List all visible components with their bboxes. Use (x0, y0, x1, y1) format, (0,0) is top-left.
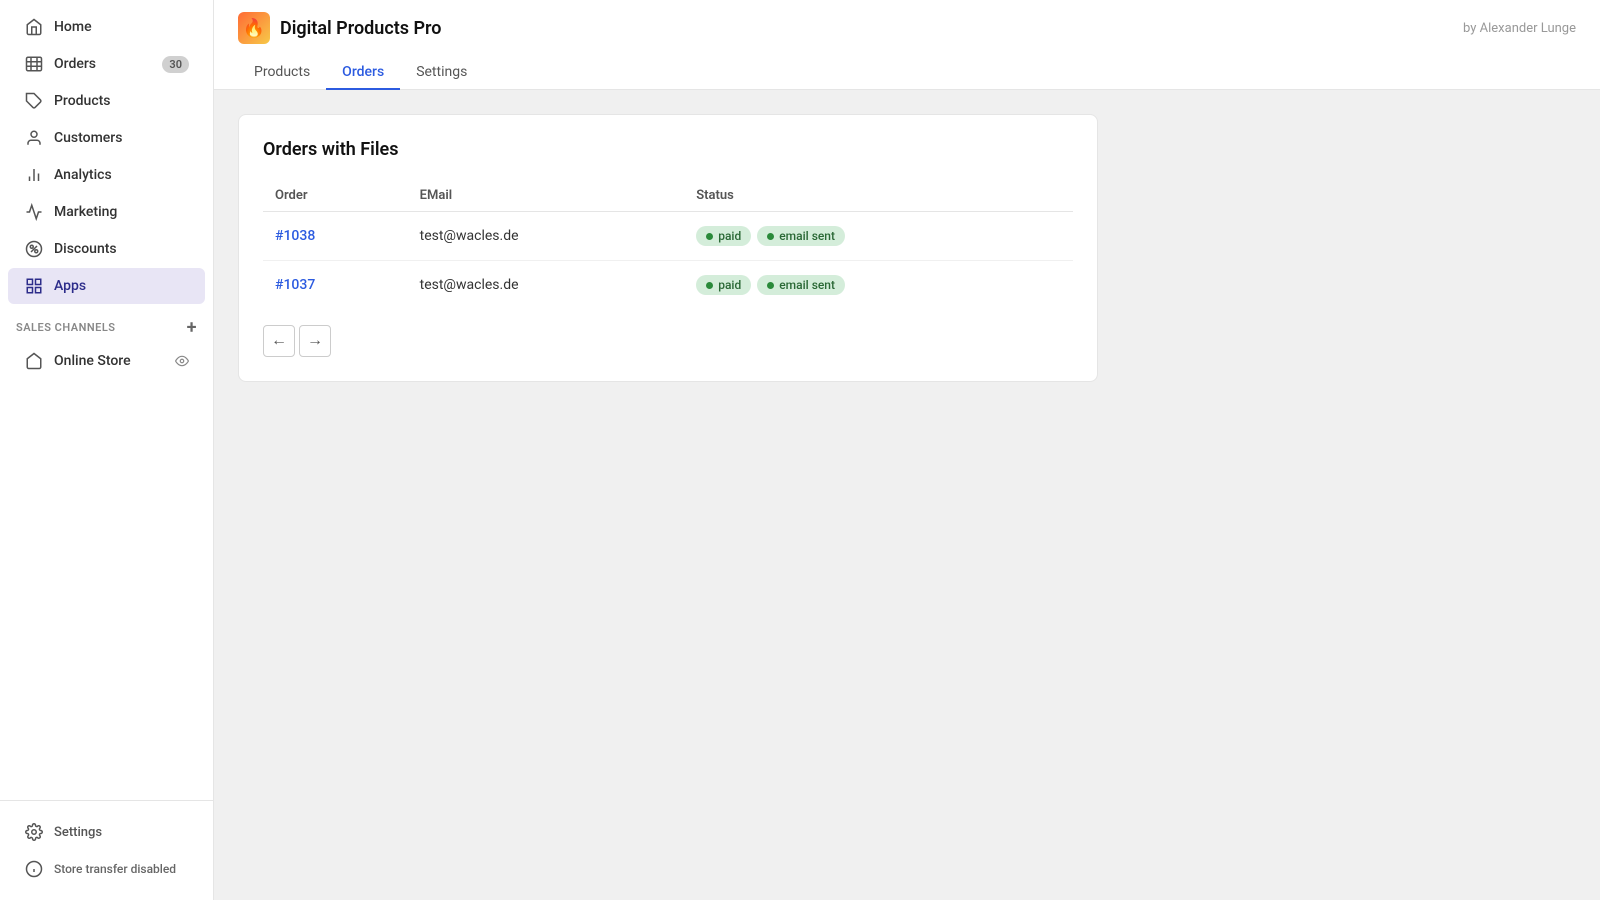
order-cell: #1037 (263, 261, 408, 310)
prev-page-button[interactable]: ← (263, 325, 295, 357)
status-cell: paid email sent (684, 261, 1073, 310)
sidebar-item-marketing[interactable]: Marketing (8, 194, 205, 230)
content-area: Orders with Files Order EMail Status #10… (214, 90, 1600, 900)
sidebar-item-products[interactable]: Products (8, 83, 205, 119)
next-page-button[interactable]: → (299, 325, 331, 357)
app-icon: 🔥 (238, 12, 270, 44)
badge-dot (767, 233, 774, 240)
discounts-icon (24, 239, 44, 259)
sidebar-item-label: Settings (54, 825, 102, 840)
sidebar-item-label: Customers (54, 130, 122, 146)
sidebar-item-customers[interactable]: Customers (8, 120, 205, 156)
status-badge: paid (696, 275, 751, 295)
by-author: by Alexander Lunge (1463, 21, 1576, 36)
email-cell: test@wacles.de (408, 261, 685, 310)
badge-dot (706, 233, 713, 240)
sidebar-item-home[interactable]: Home (8, 9, 205, 45)
order-link[interactable]: #1038 (275, 228, 315, 244)
status-cell: paid email sent (684, 212, 1073, 261)
sidebar-item-label: Store transfer disabled (54, 862, 176, 876)
sidebar-item-discounts[interactable]: Discounts (8, 231, 205, 267)
orders-card: Orders with Files Order EMail Status #10… (238, 114, 1098, 382)
sidebar-item-online-store[interactable]: Online Store (8, 343, 205, 379)
status-badge: paid (696, 226, 751, 246)
order-cell: #1038 (263, 212, 408, 261)
home-icon (24, 17, 44, 37)
sidebar-item-label: Orders (54, 56, 96, 72)
app-title-text: Digital Products Pro (280, 18, 441, 39)
sales-channels-section: SALES CHANNELS + (0, 305, 213, 342)
app-title-row: 🔥 Digital Products Pro by Alexander Lung… (238, 12, 1576, 44)
tab-orders[interactable]: Orders (326, 56, 400, 90)
orders-table: Order EMail Status #1038test@wacles.depa… (263, 180, 1073, 309)
card-title: Orders with Files (263, 139, 1073, 160)
sidebar-item-label: Analytics (54, 167, 112, 183)
tab-settings[interactable]: Settings (400, 56, 483, 90)
email-cell: test@wacles.de (408, 212, 685, 261)
badge-dot (767, 282, 774, 289)
eye-icon[interactable] (175, 354, 189, 368)
sidebar-item-label: Home (54, 19, 92, 35)
orders-badge: 30 (162, 56, 189, 73)
app-header: 🔥 Digital Products Pro by Alexander Lung… (214, 0, 1600, 90)
sidebar-item-settings[interactable]: Settings (8, 814, 205, 850)
sales-channels-label: SALES CHANNELS (16, 321, 116, 334)
col-email: EMail (408, 180, 685, 212)
table-row: #1038 test@wacles.de paid email sent (263, 212, 1073, 261)
sidebar-item-orders[interactable]: Orders 30 (8, 46, 205, 82)
sidebar-item-label: Apps (54, 278, 86, 294)
order-link[interactable]: #1037 (275, 277, 315, 293)
sidebar-item-label: Products (54, 93, 111, 109)
tabs: Products Orders Settings (238, 56, 1576, 89)
tab-products[interactable]: Products (238, 56, 326, 90)
sidebar-footer: Settings Store transfer disabled (0, 800, 213, 900)
sidebar-item-analytics[interactable]: Analytics (8, 157, 205, 193)
col-status: Status (684, 180, 1073, 212)
col-order: Order (263, 180, 408, 212)
table-row: #1037 test@wacles.de paid email sent (263, 261, 1073, 310)
sidebar-item-apps[interactable]: Apps (8, 268, 205, 304)
sidebar-item-label: Marketing (54, 204, 117, 220)
badge-dot (706, 282, 713, 289)
app-title-group: 🔥 Digital Products Pro (238, 12, 441, 44)
store-icon (24, 351, 44, 371)
pagination: ← → (263, 325, 1073, 357)
info-icon (24, 859, 44, 879)
apps-icon (24, 276, 44, 296)
sidebar-item-label: Online Store (54, 353, 131, 369)
sidebar: Home Orders 30 Products Customers (0, 0, 214, 900)
sidebar-nav: Home Orders 30 Products Customers (0, 0, 213, 800)
analytics-icon (24, 165, 44, 185)
sidebar-item-label: Discounts (54, 241, 117, 257)
settings-icon (24, 822, 44, 842)
add-channel-icon[interactable]: + (187, 317, 197, 338)
main-content: 🔥 Digital Products Pro by Alexander Lung… (214, 0, 1600, 900)
orders-icon (24, 54, 44, 74)
marketing-icon (24, 202, 44, 222)
products-icon (24, 91, 44, 111)
status-badge: email sent (757, 226, 845, 246)
sidebar-item-store-transfer[interactable]: Store transfer disabled (8, 851, 205, 887)
customers-icon (24, 128, 44, 148)
status-badge: email sent (757, 275, 845, 295)
